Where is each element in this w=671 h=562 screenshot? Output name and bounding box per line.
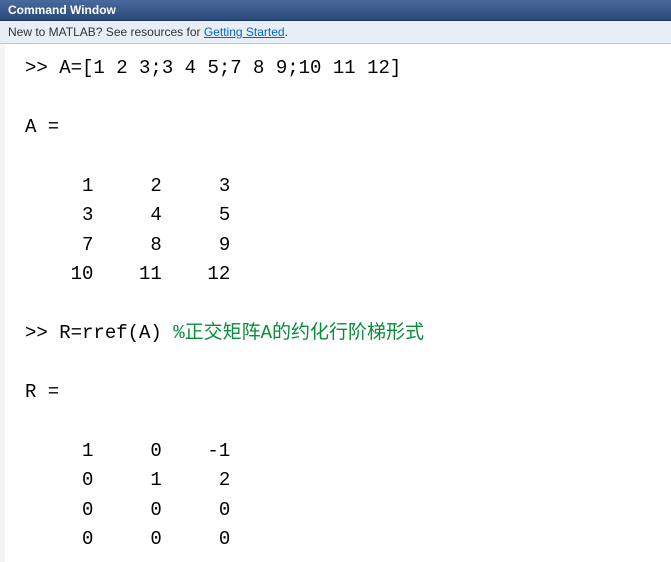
hint-suffix: .	[285, 25, 288, 39]
matrix-R-row: 0 0 0	[25, 525, 656, 554]
matrix-A-row: 10 11 12	[25, 260, 656, 289]
command-text: R=rref(A)	[59, 322, 162, 344]
matrix-A-row: 7 8 9	[25, 231, 656, 260]
prompt: >>	[25, 322, 48, 344]
blank-line	[25, 83, 656, 112]
blank-line	[25, 290, 656, 319]
blank-line	[25, 348, 656, 377]
blank-line	[25, 407, 656, 436]
matrix-R-row: 1 0 -1	[25, 437, 656, 466]
blank-line	[25, 142, 656, 171]
command-line-2: >> R=rref(A) %正交矩阵A的约化行阶梯形式	[25, 319, 656, 348]
var-header-A: A =	[25, 113, 656, 142]
matrix-A-row: 1 2 3	[25, 172, 656, 201]
command-text: A=[1 2 3;3 4 5;7 8 9;10 11 12]	[59, 57, 401, 79]
hint-bar: New to MATLAB? See resources for Getting…	[0, 21, 671, 44]
hint-prefix: New to MATLAB? See resources for	[8, 25, 204, 39]
matrix-R-row: 0 1 2	[25, 466, 656, 495]
window-title: Command Window	[8, 3, 116, 17]
prompt: >>	[25, 57, 48, 79]
console-area[interactable]: >> A=[1 2 3;3 4 5;7 8 9;10 11 12] A = 1 …	[0, 44, 671, 562]
window-title-bar: Command Window	[0, 0, 671, 21]
command-line-1: >> A=[1 2 3;3 4 5;7 8 9;10 11 12]	[25, 54, 656, 83]
matrix-A-row: 3 4 5	[25, 201, 656, 230]
comment-text: %正交矩阵A的约化行阶梯形式	[173, 322, 424, 344]
matrix-R-row: 0 0 0	[25, 496, 656, 525]
getting-started-link[interactable]: Getting Started	[204, 25, 285, 39]
var-header-R: R =	[25, 378, 656, 407]
